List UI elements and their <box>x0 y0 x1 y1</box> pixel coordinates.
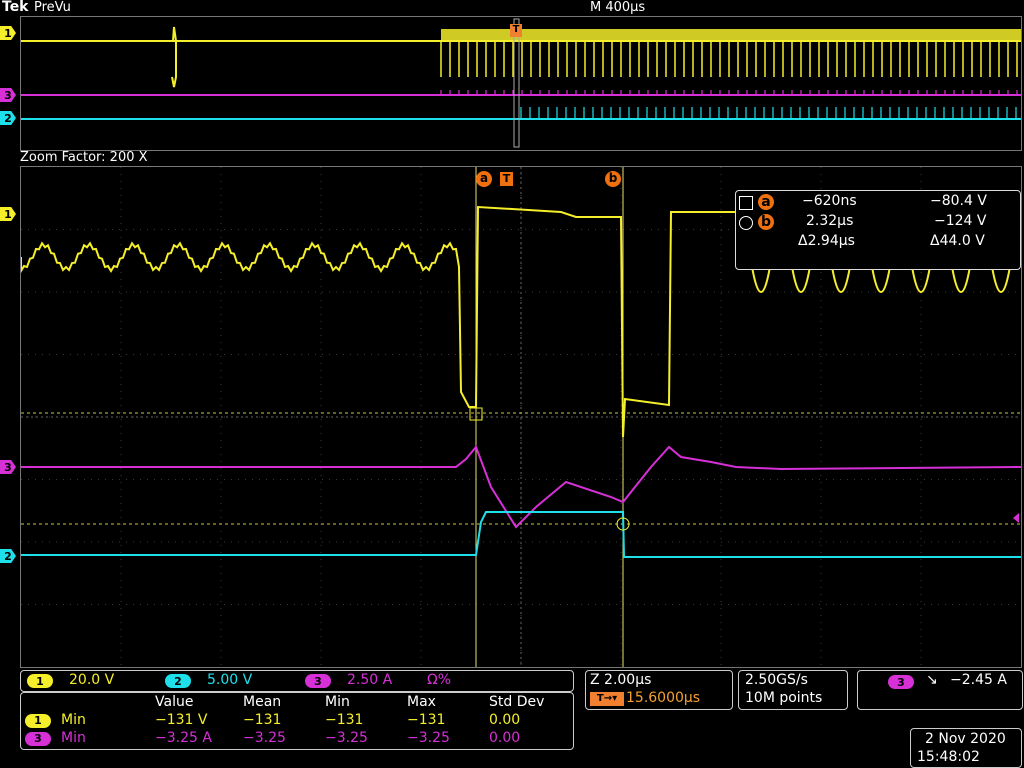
row-value: −131 V <box>155 712 208 728</box>
row-max: −131 <box>407 712 446 728</box>
acquisition-readout[interactable]: 2.50GS/s 10M points <box>738 670 848 710</box>
main-timebase[interactable]: M 400µs <box>590 0 645 15</box>
col-min: Min <box>325 694 350 710</box>
ch3-scale-badge[interactable]: 3 <box>305 674 331 688</box>
cursor-b-time: 2.32µs <box>806 213 854 229</box>
ch2-scale[interactable]: 5.00 V <box>207 672 252 688</box>
zoom-ch2-marker[interactable]: 2 <box>0 549 16 563</box>
overview-trigger-marker[interactable]: T <box>510 24 522 37</box>
trigger-delay-icon: T→▾ <box>590 692 624 706</box>
record-length: 10M points <box>745 690 823 706</box>
ch1-scale-badge[interactable]: 1 <box>27 674 53 688</box>
col-mean: Mean <box>243 694 282 710</box>
ch3-extra: Ω% <box>427 672 452 688</box>
row-ch-badge: 3 <box>25 731 51 746</box>
trigger-level-arrow[interactable] <box>1013 513 1019 523</box>
ch2-scale-badge[interactable]: 2 <box>165 674 191 688</box>
cursor-a-label[interactable]: a <box>476 171 492 187</box>
time: 15:48:02 <box>917 749 980 765</box>
zoom-scale[interactable]: Z 2.00µs <box>590 672 651 688</box>
row-std: 0.00 <box>489 730 521 746</box>
datetime-readout: 2 Nov 2020 15:48:02 <box>910 728 1022 768</box>
table-row: 1 Min −131 V −131 −131 −131 0.00 <box>25 711 559 729</box>
row-min: −3.25 <box>325 730 368 746</box>
trigger-channel-badge: 3 <box>888 675 914 689</box>
trigger-delay[interactable]: 15.6000µs <box>626 690 700 706</box>
overview-ch2-marker[interactable]: 2 <box>0 111 16 125</box>
acquisition-mode: PreVu <box>34 0 71 15</box>
measurement-table: Value Mean Min Max Std Dev 1 Min −131 V … <box>25 693 559 747</box>
row-ch-badge: 1 <box>25 713 51 728</box>
zoom-trigger-marker[interactable]: T <box>500 172 513 186</box>
row-min: −131 <box>325 712 364 728</box>
ch3-scale[interactable]: 2.50 A <box>347 672 392 688</box>
cursor-readout: a −620ns −80.4 V b 2.32µs −124 V Δ2.94µs… <box>735 190 1021 270</box>
horizontal-readout[interactable]: Z 2.00µs T→▾ 15.6000µs <box>585 670 733 710</box>
cursor-a-value: −80.4 V <box>930 193 987 209</box>
row-mean: −3.25 <box>243 730 286 746</box>
zoom-factor-label: Zoom Factor: 200 X <box>20 150 148 165</box>
table-row: 3 Min −3.25 A −3.25 −3.25 −3.25 0.00 <box>25 729 559 747</box>
brand-logo: Tek <box>2 0 29 15</box>
cursor-delta-time: Δ2.94µs <box>798 233 855 249</box>
col-max: Max <box>407 694 436 710</box>
channel-scale-bar[interactable]: 1 20.0 V 2 5.00 V 3 2.50 A Ω% <box>20 670 574 692</box>
top-bar: Tek PreVu M 400µs <box>0 0 1024 16</box>
row-max: −3.25 <box>407 730 450 746</box>
measurement-panel: Value Mean Min Max Std Dev 1 Min −131 V … <box>20 692 574 750</box>
col-value: Value <box>155 694 194 710</box>
cursor-b-circle-icon <box>739 216 753 230</box>
col-std-dev: Std Dev <box>489 694 545 710</box>
zoom-ch3-marker[interactable]: 3 <box>0 460 16 474</box>
cursor-delta-value: Δ44.0 V <box>930 233 985 249</box>
date: 2 Nov 2020 <box>925 731 1006 747</box>
row-mean: −131 <box>243 712 282 728</box>
cursor-a-readout-label: a <box>758 194 774 210</box>
row-std: 0.00 <box>489 712 521 728</box>
cursor-b-readout-label: b <box>758 214 774 230</box>
row-value: −3.25 A <box>155 730 212 746</box>
cursor-b-value: −124 V <box>934 213 987 229</box>
row-measurement-name: Min <box>61 712 86 728</box>
overview-ch3-trace <box>21 90 1021 96</box>
cursor-b-label[interactable]: b <box>605 171 621 187</box>
trigger-level[interactable]: −2.45 A <box>950 672 1007 688</box>
trigger-readout[interactable]: 3 ↘ −2.45 A <box>857 670 1023 710</box>
cursor-a-square-icon <box>739 196 753 210</box>
overview-ch2-trace <box>21 107 1021 120</box>
ch1-scale[interactable]: 20.0 V <box>69 672 114 688</box>
overview-ch1-marker[interactable]: 1 <box>0 26 16 40</box>
row-measurement-name: Min <box>61 730 86 746</box>
sample-rate: 2.50GS/s <box>745 672 808 688</box>
cursor-a-time: −620ns <box>802 193 857 209</box>
trigger-slope-icon: ↘ <box>926 672 938 688</box>
zoom-ch1-marker[interactable]: 1 <box>0 207 16 221</box>
overview-ch3-marker[interactable]: 3 <box>0 88 16 102</box>
